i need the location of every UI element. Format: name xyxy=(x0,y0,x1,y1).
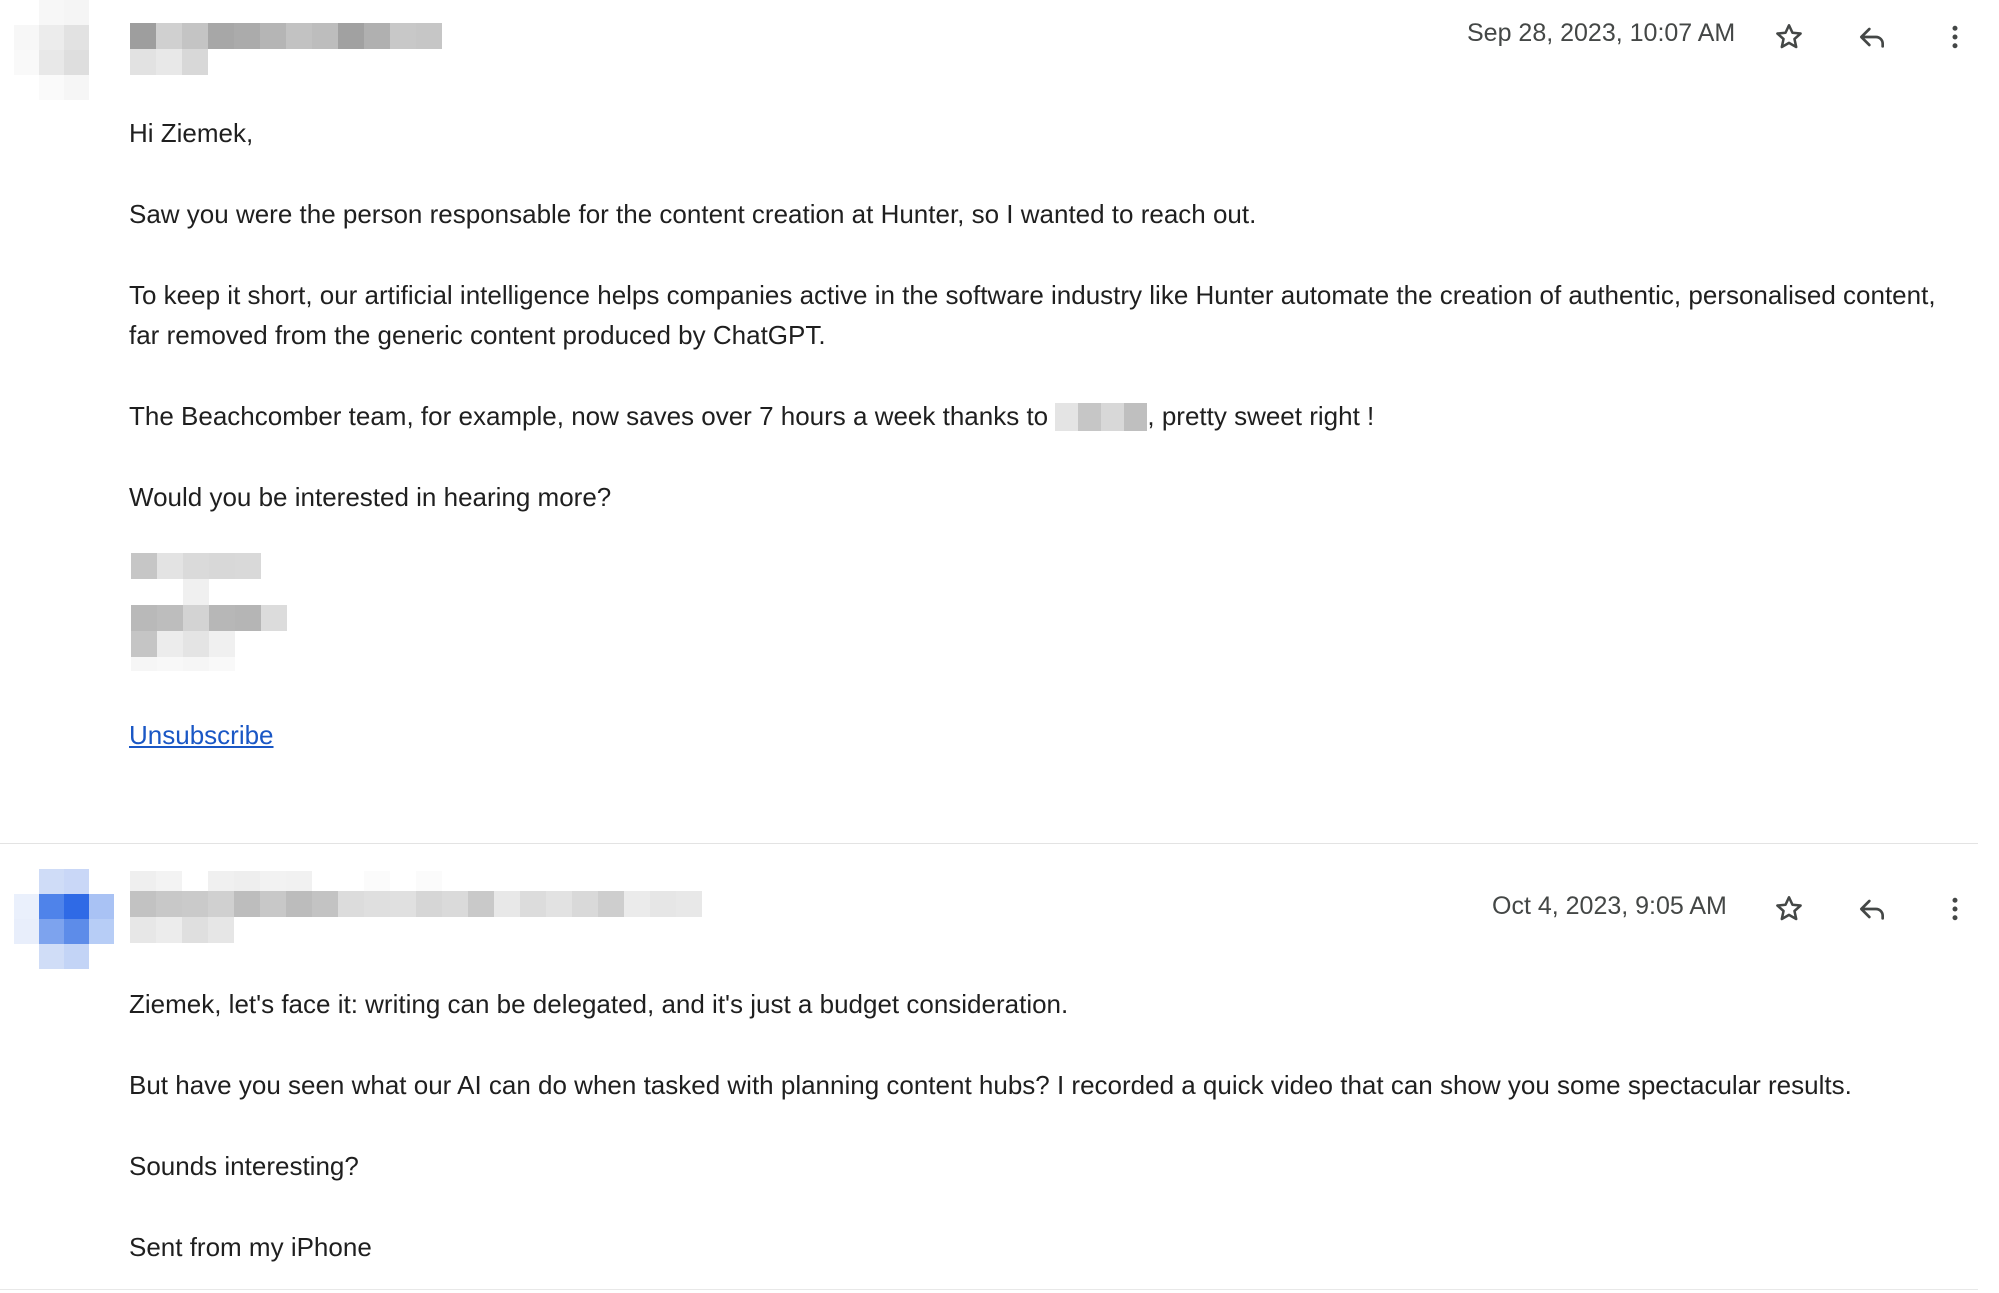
message-body: Ziemek, let's face it: writing can be de… xyxy=(129,984,1929,1024)
more-options-button[interactable] xyxy=(1930,884,1980,934)
body-paragraph: Would you be interested in hearing more? xyxy=(129,482,612,512)
reply-icon xyxy=(1860,27,1884,48)
body-paragraph: Sent from my iPhone xyxy=(129,1232,372,1262)
message-body: The Beachcomber team, for example, now s… xyxy=(129,396,1929,436)
star-icon xyxy=(1776,896,1802,921)
message-body: Saw you were the person responsable for … xyxy=(129,194,1929,234)
body-text-segment: The Beachcomber team, for example, now s… xyxy=(129,401,1049,431)
message-date: Oct 4, 2023, 9:05 AM xyxy=(1492,892,1727,920)
reply-button[interactable] xyxy=(1847,12,1897,62)
body-paragraph: Ziemek, let's face it: writing can be de… xyxy=(129,989,1069,1019)
product-name-redacted xyxy=(1055,403,1148,431)
unsubscribe-link[interactable]: Unsubscribe xyxy=(129,720,274,751)
body-paragraph: But have you seen what our AI can do whe… xyxy=(129,1070,1852,1100)
message-body: Sounds interesting? xyxy=(129,1146,1929,1186)
avatar[interactable] xyxy=(14,869,114,969)
sender-name-redacted xyxy=(130,23,442,75)
message-date: Sep 28, 2023, 10:07 AM xyxy=(1467,19,1736,47)
body-paragraph: The Beachcomber team, for example, now s… xyxy=(129,396,1929,436)
sender-email-redacted xyxy=(130,49,442,75)
message-divider xyxy=(0,1289,1978,1290)
more-vert-icon xyxy=(1952,897,1958,921)
email-message: Oct 4, 2023, 9:05 AM Ziemek, let's face … xyxy=(0,844,1999,1293)
signature-redacted xyxy=(131,553,287,671)
body-paragraph: Saw you were the person responsable for … xyxy=(129,199,1257,229)
message-body: But have you seen what our AI can do whe… xyxy=(129,1065,1989,1105)
greeting: Hi Ziemek, xyxy=(129,118,254,148)
body-paragraph: Sounds interesting? xyxy=(129,1151,359,1181)
message-body: To keep it short, our artificial intelli… xyxy=(129,275,1939,355)
star-icon xyxy=(1776,24,1802,49)
star-button[interactable] xyxy=(1764,12,1814,62)
avatar[interactable] xyxy=(14,0,114,100)
email-message: Sep 28, 2023, 10:07 AM Hi Ziemek, Saw yo… xyxy=(0,0,1999,843)
sender-name-redacted xyxy=(130,871,702,943)
star-button[interactable] xyxy=(1764,884,1814,934)
message-body: Sent from my iPhone xyxy=(129,1227,1929,1267)
message-body: Would you be interested in hearing more? xyxy=(129,477,1929,517)
more-options-button[interactable] xyxy=(1930,12,1980,62)
message-body: Hi Ziemek, xyxy=(129,113,1929,153)
sender-email-redacted xyxy=(130,917,702,943)
body-text-segment: , pretty sweet right ! xyxy=(1147,401,1375,431)
more-vert-icon xyxy=(1952,25,1958,49)
body-paragraph: To keep it short, our artificial intelli… xyxy=(129,280,1936,350)
reply-icon xyxy=(1860,899,1884,920)
reply-button[interactable] xyxy=(1847,884,1897,934)
